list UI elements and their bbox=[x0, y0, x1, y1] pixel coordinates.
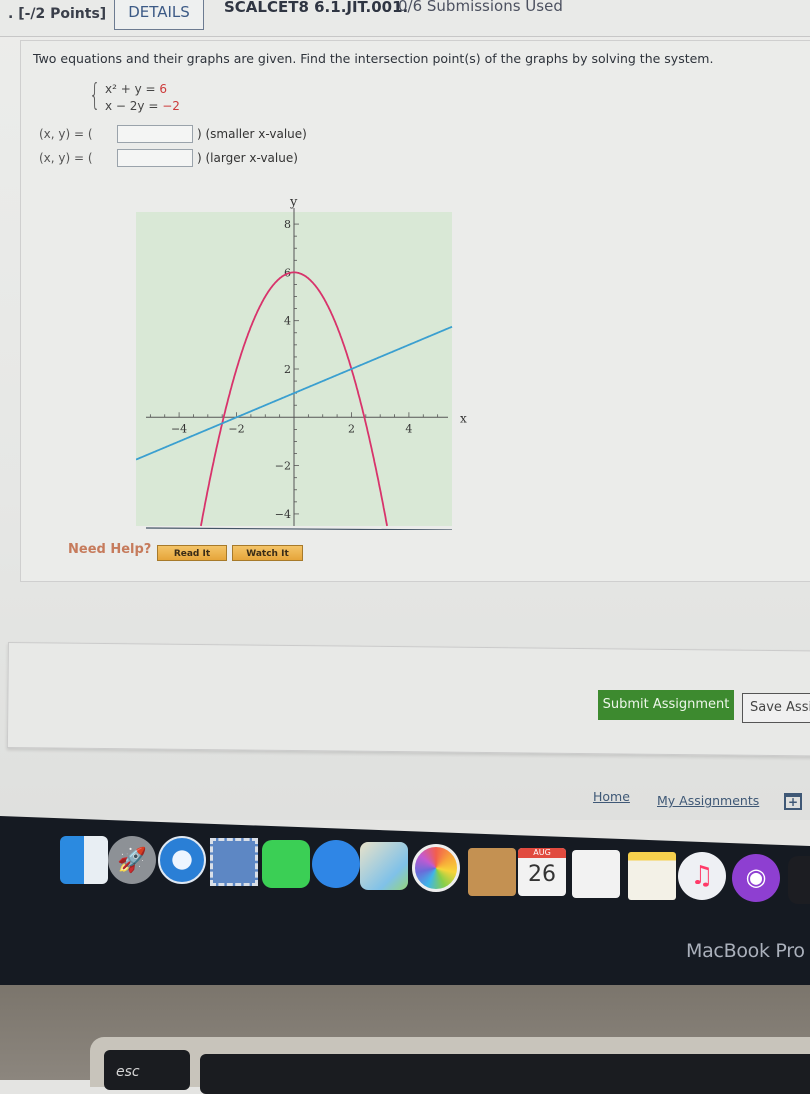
messages-icon[interactable] bbox=[312, 840, 360, 888]
answer-label: (x, y) = ( bbox=[39, 151, 93, 165]
macbook-pro-label: MacBook Pro bbox=[686, 940, 805, 962]
answer-suffix: ) (smaller x-value) bbox=[197, 127, 307, 141]
maps-icon[interactable] bbox=[360, 842, 408, 890]
submissions-count: 0/6 Submissions Used bbox=[398, 0, 563, 15]
brace-symbol: { bbox=[89, 78, 101, 113]
function-key[interactable] bbox=[200, 1054, 810, 1094]
question-prompt: Two equations and their graphs are given… bbox=[33, 51, 714, 66]
podcasts-icon[interactable]: ◉ bbox=[732, 854, 780, 902]
x-axis-label: x bbox=[460, 411, 467, 425]
x-tick-label: 2 bbox=[348, 422, 355, 435]
question-id: SCALCET8 6.1.JIT.001. bbox=[224, 0, 409, 16]
calendar-icon[interactable]: AUG 26 bbox=[518, 848, 566, 896]
x-tick-label: −2 bbox=[228, 422, 244, 435]
calendar-add-icon[interactable]: + bbox=[784, 793, 802, 810]
details-tab[interactable]: DETAILS bbox=[114, 0, 204, 30]
safari-icon[interactable] bbox=[158, 836, 206, 884]
calendar-day: 26 bbox=[528, 862, 556, 887]
esc-key[interactable]: esc bbox=[104, 1050, 190, 1090]
question-header: . [-/2 Points] DETAILS SCALCET8 6.1.JIT.… bbox=[0, 0, 810, 37]
equation-2-lhs: x − 2y = bbox=[105, 99, 159, 113]
apple-tv-icon[interactable] bbox=[788, 856, 810, 904]
finder-icon[interactable] bbox=[60, 836, 108, 884]
calendar-month: AUG bbox=[518, 848, 566, 858]
plot-bottom-border bbox=[145, 527, 453, 530]
launchpad-icon[interactable]: 🚀 bbox=[108, 836, 156, 884]
equation-2: x − 2y = −2 bbox=[105, 98, 180, 115]
itunes-icon[interactable]: ♫ bbox=[678, 852, 726, 900]
y-axis-label: y bbox=[289, 195, 298, 210]
contacts-icon[interactable] bbox=[468, 848, 516, 896]
points-label: . [-/2 Points] bbox=[8, 6, 107, 22]
notes-icon[interactable] bbox=[628, 852, 676, 900]
browser-screen: . [-/2 Points] DETAILS SCALCET8 6.1.JIT.… bbox=[0, 0, 810, 820]
x-tick-label: 4 bbox=[405, 422, 412, 435]
save-assignment-button[interactable]: Save Assignment Progress bbox=[742, 693, 810, 723]
y-tick-label: 4 bbox=[284, 315, 291, 328]
submit-assignment-button[interactable]: Submit Assignment bbox=[598, 690, 734, 720]
y-tick-label: −2 bbox=[275, 460, 291, 473]
mail-icon[interactable] bbox=[210, 838, 258, 886]
photos-icon[interactable] bbox=[412, 844, 460, 892]
macos-dock: 🚀 AUG 26 ♫ ◉ bbox=[0, 822, 810, 904]
facetime-icon[interactable] bbox=[262, 840, 310, 888]
x-tick-label: −4 bbox=[171, 422, 187, 435]
need-help-label: Need Help? bbox=[68, 542, 152, 557]
equation-1-lhs: x² + y = bbox=[105, 82, 156, 96]
y-tick-label: 8 bbox=[284, 218, 291, 231]
watch-it-button[interactable]: Watch It bbox=[232, 545, 303, 561]
reminders-icon[interactable] bbox=[572, 850, 620, 898]
equation-1: x² + y = 6 bbox=[105, 81, 167, 98]
y-tick-label: 2 bbox=[284, 363, 291, 376]
y-tick-label: −4 bbox=[275, 508, 291, 521]
answer-suffix: ) (larger x-value) bbox=[197, 151, 298, 165]
answer-input-smaller-x[interactable] bbox=[117, 125, 193, 143]
answer-label: (x, y) = ( bbox=[39, 127, 93, 141]
equation-1-rhs: 6 bbox=[159, 82, 168, 96]
equation-2-rhs: −2 bbox=[162, 99, 180, 113]
answer-input-larger-x[interactable] bbox=[117, 149, 193, 167]
graph-svg: −4 −2 2 48642−2−4xy bbox=[136, 195, 467, 530]
home-link[interactable]: Home bbox=[593, 789, 630, 804]
read-it-button[interactable]: Read It bbox=[157, 545, 227, 561]
esc-key-label: esc bbox=[116, 1064, 140, 1080]
graph: −4 −2 2 4 8 6 4 2 −2 −4 x y bbox=[136, 190, 476, 530]
my-assignments-link[interactable]: My Assignments bbox=[657, 793, 759, 808]
